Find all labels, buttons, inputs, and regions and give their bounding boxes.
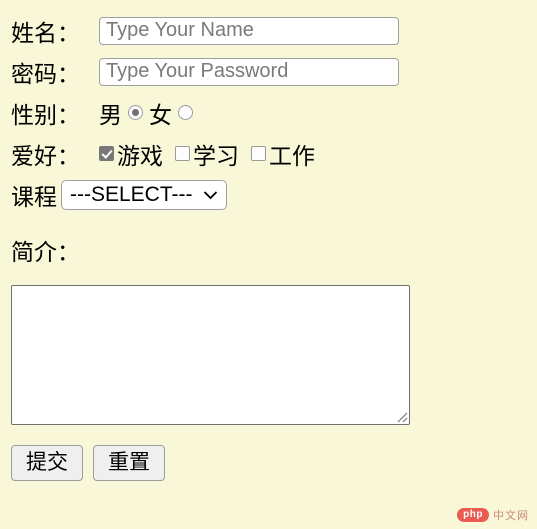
radio-female-icon[interactable] (178, 105, 193, 120)
registration-form: 姓名： 密码： 性别： 男 女 爱好： 游戏 学习 工作 课程 (0, 0, 537, 482)
hobby-option-study[interactable]: 学习 (175, 137, 239, 171)
chevron-down-icon (203, 190, 218, 200)
watermark-text: 中文网 (493, 510, 529, 522)
gender-label: 性别： (11, 101, 80, 128)
password-label: 密码： (11, 60, 80, 87)
reset-button[interactable]: 重置 (93, 445, 165, 482)
hobby-option-work-label: 工作 (269, 142, 315, 169)
course-select[interactable]: ---SELECT--- (61, 179, 227, 210)
form-actions: 提交 重置 (11, 445, 537, 482)
name-input[interactable] (99, 16, 399, 45)
course-label: 课程 (11, 183, 57, 210)
watermark-badge: php (457, 508, 489, 522)
gender-option-female-label: 女 (149, 101, 172, 128)
checkbox-study-icon[interactable] (175, 146, 190, 161)
password-input[interactable] (99, 57, 399, 86)
name-label: 姓名： (11, 19, 80, 46)
watermark: php 中文网 (457, 507, 529, 523)
hobby-option-games[interactable]: 游戏 (99, 137, 163, 171)
gender-option-female[interactable]: 女 (149, 96, 199, 130)
hobby-label: 爱好： (11, 142, 80, 169)
form-row-gender: 性别： 男 女 (11, 92, 537, 133)
gender-option-male[interactable]: 男 (99, 96, 149, 130)
submit-button[interactable]: 提交 (11, 445, 83, 482)
hobby-option-games-label: 游戏 (117, 142, 163, 169)
checkbox-work-icon[interactable] (251, 146, 266, 161)
form-row-hobby: 爱好： 游戏 学习 工作 (11, 133, 537, 174)
intro-textarea[interactable] (11, 285, 410, 425)
checkbox-games-icon[interactable] (99, 146, 114, 161)
course-select-value: ---SELECT--- (70, 182, 193, 206)
radio-male-icon[interactable] (128, 105, 143, 120)
form-row-password: 密码： (11, 51, 537, 92)
intro-textarea-wrap (11, 285, 410, 425)
form-row-name: 姓名： (11, 10, 537, 51)
hobby-option-study-label: 学习 (193, 142, 239, 169)
hobby-option-work[interactable]: 工作 (251, 137, 315, 171)
intro-label: 简介： (11, 239, 80, 265)
form-row-course: 课程 ---SELECT--- (11, 174, 537, 215)
gender-option-male-label: 男 (99, 101, 122, 128)
